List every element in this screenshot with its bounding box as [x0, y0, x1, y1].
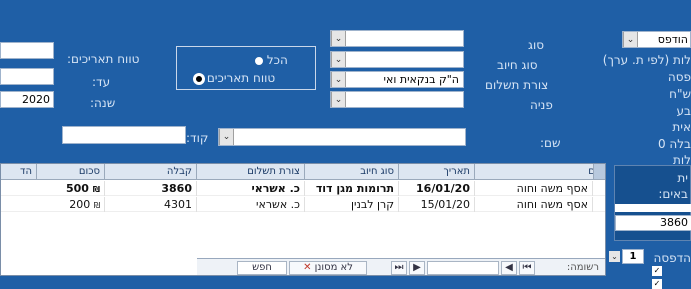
cell-payment[interactable]: כ. אשראי [197, 197, 305, 212]
summary-label-1: באים: [658, 187, 688, 201]
cell-amount[interactable]: ₪ 500 [37, 181, 105, 196]
sidebar-item-4[interactable]: אית [672, 120, 691, 134]
record-navigator: רשומה: ⏮ ◀ ▶ ⏭ לא מסונן ✕ חפש [197, 258, 605, 275]
radio-range-label: טווח תאריכים [206, 71, 276, 85]
cell-date[interactable]: 16/01/20 [399, 181, 475, 196]
search-label: חפש [252, 262, 272, 273]
year-field[interactable]: 2020 [0, 91, 54, 108]
chevron-down-icon[interactable]: ⌄ [623, 32, 638, 47]
column-header-extra[interactable]: הד [1, 164, 37, 180]
code-field[interactable] [62, 126, 186, 144]
charge-type-label: סוג חיוב [497, 58, 538, 72]
radio-all-icon[interactable] [255, 56, 263, 65]
year-value: 2020 [22, 93, 50, 106]
cell-name[interactable]: אסף משה וחוה [475, 197, 593, 212]
sidebar-item-5[interactable]: בלה 0 [658, 137, 691, 151]
results-grid: שם תאריך סוג חיוב צורת תשלום קבלה סכום ה… [0, 163, 606, 276]
date-mode-option-range[interactable]: טווח תאריכים [195, 71, 275, 85]
chevron-down-icon[interactable]: ⌄ [609, 251, 620, 262]
record-number-field[interactable] [427, 261, 499, 275]
first-record-button[interactable]: ⏮ [519, 261, 535, 275]
name-combo[interactable]: ⌄ [218, 128, 466, 146]
column-header-name[interactable]: שם [475, 164, 605, 180]
summary-value: 3860 [660, 216, 688, 229]
sidebar-item-0[interactable]: לות (לפי ת. ערך) [603, 53, 691, 67]
cell-receipt[interactable]: 3860 [105, 181, 197, 196]
chevron-down-icon[interactable]: ⌄ [331, 31, 346, 46]
sidebar-item-2[interactable]: ש"ח [669, 87, 691, 101]
payment-method-value: ה"ק בנקאית ואי [383, 73, 459, 86]
summary-label-0: ית [677, 171, 688, 185]
date-to-field[interactable] [0, 68, 54, 85]
check-icon[interactable]: ✓ [652, 266, 662, 276]
print-combo[interactable]: הודפס ⌄ [622, 31, 691, 48]
check-icon[interactable]: ✓ [652, 279, 662, 289]
referral-combo[interactable]: ⌄ [330, 91, 464, 108]
column-header-payment[interactable]: צורת תשלום [197, 164, 305, 180]
date-mode-option-all[interactable]: הכל [255, 53, 288, 67]
type-label: סוג [528, 38, 545, 52]
date-range-label: טווח תאריכים: [67, 52, 140, 66]
cell-date[interactable]: 15/01/20 [399, 197, 475, 212]
row-selector-header [593, 164, 605, 180]
date-from-field[interactable] [0, 42, 54, 59]
summary-field-top[interactable] [615, 204, 691, 212]
chevron-down-icon[interactable]: ⌄ [219, 129, 234, 145]
year-label: שנה: [90, 96, 116, 110]
referral-label: פניה [530, 98, 553, 112]
column-header-amount[interactable]: סכום [37, 164, 105, 180]
cell-charge-type[interactable]: קרן לבנין [305, 197, 399, 212]
summary-panel: ית באים: 3860 [614, 165, 691, 241]
sidebar-item-1[interactable]: פסה [668, 70, 691, 84]
table-row[interactable]: אסף משה וחוה 16/01/20 תרומות מגן דוד כ. … [1, 181, 605, 196]
shekel-icon: ₪ [92, 185, 100, 194]
bottom-print-combo[interactable]: 1 [622, 249, 644, 264]
column-header-date[interactable]: תאריך [399, 164, 475, 180]
type-combo[interactable]: ⌄ [330, 30, 464, 47]
sidebar-item-3[interactable]: בע [677, 104, 691, 118]
print-value: הודפס [657, 33, 688, 46]
charge-type-combo[interactable]: ⌄ [330, 51, 464, 68]
cell-charge-type[interactable]: תרומות מגן דוד [305, 181, 399, 196]
name-label: שם: [540, 136, 561, 150]
shekel-icon: ₪ [93, 201, 100, 210]
prev-record-button[interactable]: ◀ [501, 261, 517, 275]
summary-value-field[interactable]: 3860 [615, 215, 691, 231]
bottom-print-label: הדפסה [653, 251, 691, 265]
filter-label: לא מסונן [314, 262, 353, 273]
radio-all-label: הכל [266, 53, 288, 67]
sidebar-panel: הודפס ⌄ לות (לפי ת. ערך) פסה ש"ח בע אית … [603, 0, 691, 289]
cell-payment[interactable]: כ. אשראי [197, 181, 305, 196]
table-row[interactable]: אסף משה וחוה 15/01/20 קרן לבנין כ. אשראי… [1, 197, 605, 212]
chevron-down-icon[interactable]: ⌄ [331, 92, 346, 107]
last-record-button[interactable]: ⏭ [391, 261, 407, 275]
payment-method-combo[interactable]: ה"ק בנקאית ואי ⌄ [330, 71, 464, 88]
to-label: עד: [92, 75, 111, 89]
column-header-charge-type[interactable]: סוג חיוב [305, 164, 399, 180]
next-record-button[interactable]: ▶ [409, 261, 425, 275]
cell-receipt[interactable]: 4301 [105, 197, 197, 212]
chevron-down-icon[interactable]: ⌄ [331, 72, 346, 87]
record-label: רשומה: [566, 262, 599, 273]
chevron-down-icon[interactable]: ⌄ [331, 52, 346, 67]
column-header-receipt[interactable]: קבלה [105, 164, 197, 180]
cell-amount[interactable]: ₪ 200 [37, 197, 105, 212]
radio-range-icon[interactable] [195, 74, 203, 83]
filter-toggle-button[interactable]: לא מסונן ✕ [289, 261, 367, 275]
filter-off-icon: ✕ [303, 262, 312, 273]
code-label: קוד: [186, 131, 209, 145]
cell-name[interactable]: אסף משה וחוה [475, 181, 593, 196]
bottom-print-value: 1 [629, 251, 637, 262]
search-field[interactable]: חפש [237, 261, 287, 275]
payment-method-label: צורת תשלום [485, 78, 549, 92]
